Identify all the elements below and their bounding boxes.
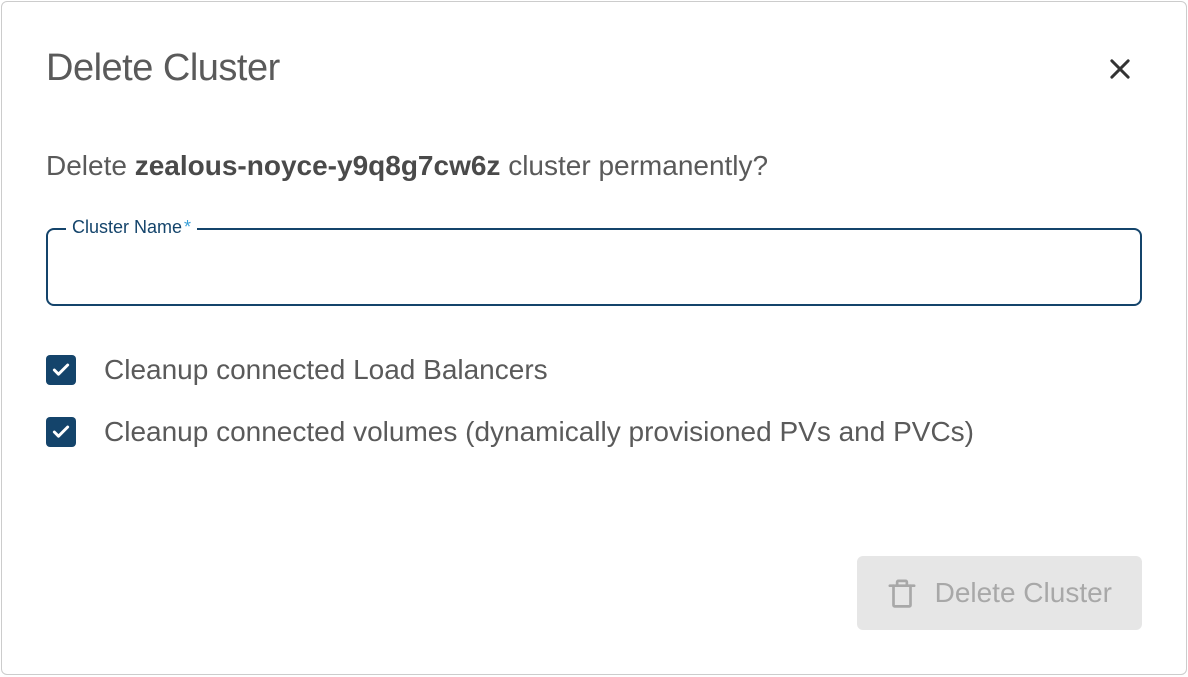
checkbox-label-volumes[interactable]: Cleanup connected volumes (dynamically p… [104, 416, 974, 448]
modal-title: Delete Cluster [46, 47, 280, 90]
cluster-name-label: Cluster Name* [66, 217, 197, 238]
check-icon [51, 422, 71, 442]
required-asterisk: * [184, 217, 191, 237]
checkbox-row-load-balancers: Cleanup connected Load Balancers [46, 354, 1142, 386]
trash-icon [887, 576, 917, 610]
confirm-suffix: cluster permanently? [500, 150, 768, 181]
modal-footer: Delete Cluster [857, 556, 1142, 630]
checkbox-label-load-balancers[interactable]: Cleanup connected Load Balancers [104, 354, 548, 386]
delete-cluster-button[interactable]: Delete Cluster [857, 556, 1142, 630]
cluster-name-value: zealous-noyce-y9q8g7cw6z [135, 150, 501, 181]
confirm-prefix: Delete [46, 150, 135, 181]
cluster-name-input[interactable] [46, 228, 1142, 306]
close-button[interactable] [1102, 51, 1138, 87]
checkbox-volumes[interactable] [46, 417, 76, 447]
modal-header: Delete Cluster [46, 47, 1142, 90]
close-icon [1106, 55, 1134, 83]
cluster-name-field-wrapper: Cluster Name* [46, 228, 1142, 306]
cluster-name-label-text: Cluster Name [72, 217, 182, 237]
checkbox-row-volumes: Cleanup connected volumes (dynamically p… [46, 416, 1142, 448]
checkbox-load-balancers[interactable] [46, 355, 76, 385]
delete-button-label: Delete Cluster [935, 577, 1112, 609]
confirm-text: Delete zealous-noyce-y9q8g7cw6z cluster … [46, 150, 1142, 182]
delete-cluster-modal: Delete Cluster Delete zealous-noyce-y9q8… [1, 1, 1187, 675]
check-icon [51, 360, 71, 380]
